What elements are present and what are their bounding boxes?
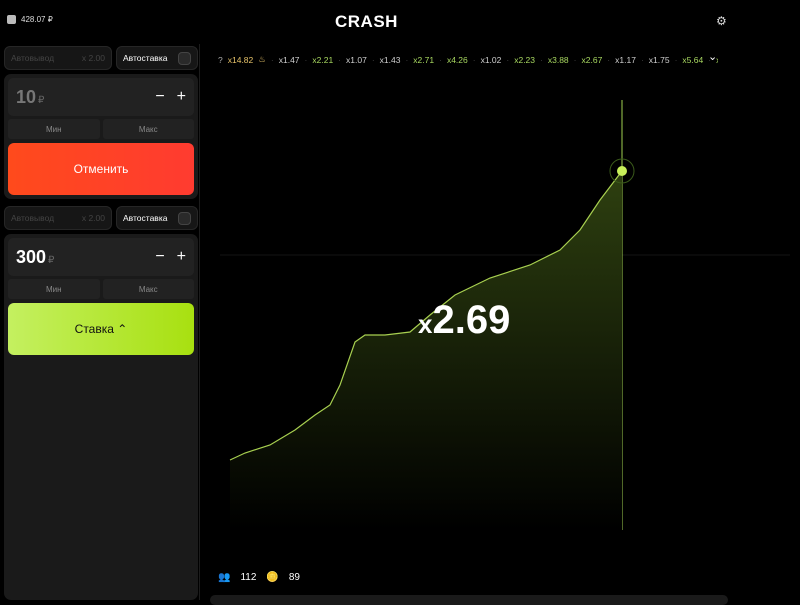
toggle-switch[interactable] — [178, 211, 191, 225]
history-item[interactable]: x4.26 — [447, 55, 468, 65]
history-item[interactable]: x1.02 — [481, 55, 502, 65]
history-item[interactable]: x1.43 — [380, 55, 401, 65]
separator: · — [540, 54, 543, 65]
curve-head-dot — [617, 166, 627, 176]
cancel-button[interactable]: Отменить — [8, 143, 194, 195]
separator: · — [304, 54, 308, 65]
balance[interactable]: 428.07 ₽ — [7, 15, 53, 24]
autocashout-toggle[interactable]: Автовывод x 2.00 — [4, 206, 112, 230]
min-button[interactable]: Мин — [8, 119, 100, 139]
separator: · — [439, 54, 442, 65]
current-multiplier: x2.69 — [418, 298, 511, 342]
min-button[interactable]: Мин — [8, 279, 100, 299]
chevron-up-icon: ⌃ — [117, 322, 128, 336]
history-item[interactable]: x2.23 — [514, 55, 535, 65]
separator: · — [405, 54, 409, 65]
round-stats: 👥 112 🪙 89 — [218, 572, 300, 583]
separator: · — [506, 54, 510, 65]
separator: · — [674, 54, 678, 65]
fire-icon: ♨ — [258, 54, 266, 64]
help-icon[interactable]: ? — [218, 55, 223, 65]
plus-button[interactable]: + — [177, 248, 186, 266]
separator: · — [573, 54, 577, 65]
history-expand-chevron-icon[interactable]: ⌄ — [708, 50, 717, 63]
bets-list-panel — [210, 595, 728, 605]
history-item[interactable]: x2.67 — [582, 55, 603, 65]
max-button[interactable]: Макс — [102, 119, 194, 139]
multiplier-history: ? x14.82 ♨ · x1.47 · x2.21 · x1.07 · x1.43 · x2.71 · x… — [218, 54, 718, 65]
players-icon: 👥 — [218, 572, 231, 583]
minus-button[interactable]: − — [155, 248, 164, 266]
max-button[interactable]: Макс — [102, 279, 194, 299]
separator: · — [371, 54, 375, 65]
separator: · — [270, 54, 274, 65]
curve-area — [230, 171, 622, 530]
minus-button[interactable]: − — [155, 88, 164, 106]
history-item[interactable]: x3.88 — [548, 55, 569, 65]
history-item[interactable]: x5.64 — [682, 55, 703, 65]
history-item[interactable]: x2.71 — [413, 55, 434, 65]
logo: CRASH — [335, 12, 398, 31]
separator: · — [338, 54, 342, 65]
bet-button[interactable]: Ставка ⌃ — [8, 303, 194, 355]
history-item[interactable]: x2.21 — [312, 55, 333, 65]
bet-panel-2: 300 ₽ − + Мин Макс Ставка ⌃ — [4, 234, 198, 600]
history-item[interactable]: x1.47 — [279, 55, 300, 65]
header: 428.07 ₽ CRASH ⚙ — [0, 0, 800, 44]
autobet-toggle[interactable]: Автоставка — [116, 206, 198, 230]
history-item[interactable]: x1.17 — [615, 55, 636, 65]
autocashout-toggle[interactable]: Автовывод x 2.00 — [4, 46, 112, 70]
gear-icon[interactable]: ⚙ — [716, 14, 727, 28]
autobet-toggle[interactable]: Автоставка — [116, 46, 198, 70]
toggle-switch[interactable] — [178, 51, 191, 65]
separator: · — [640, 54, 644, 65]
bet-panel-1: 10 ₽ − + Мин Макс Отменить — [4, 74, 198, 199]
coins-icon: 🪙 — [266, 572, 279, 583]
auto-row-1: Автовывод x 2.00 Автоставка — [4, 46, 198, 70]
amount-field[interactable]: 300 ₽ − + — [8, 238, 194, 276]
history-item[interactable]: x14.82 — [228, 55, 254, 65]
plus-button[interactable]: + — [177, 88, 186, 106]
separator: · — [472, 54, 476, 65]
history-item[interactable]: x1.75 — [649, 55, 670, 65]
wallet-icon — [7, 15, 16, 24]
separator: · — [607, 54, 611, 65]
history-item[interactable]: x1.07 — [346, 55, 367, 65]
amount-field[interactable]: 10 ₽ − + — [8, 78, 194, 116]
auto-row-2: Автовывод x 2.00 Автоставка — [4, 206, 198, 230]
